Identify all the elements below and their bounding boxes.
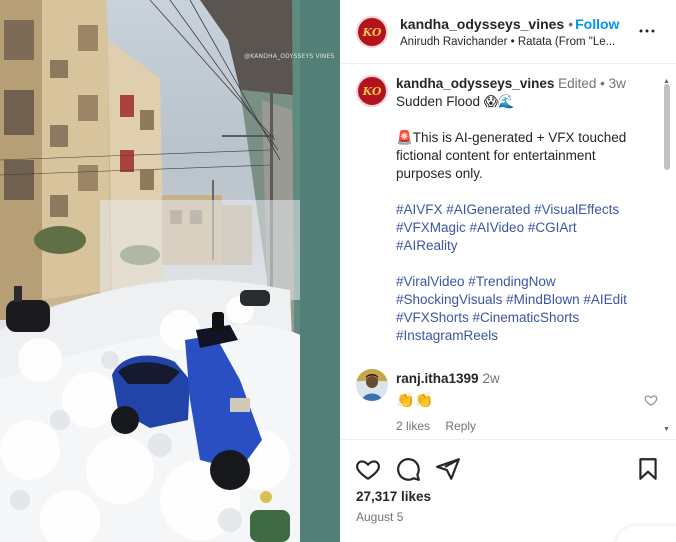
avatar-initials: KO bbox=[362, 84, 382, 98]
author-line: kandha_odysseys_vines • Follow bbox=[400, 16, 619, 32]
post-header: KO kandha_odysseys_vines • Follow Anirudh … bbox=[340, 0, 676, 64]
hashtag-line-6[interactable]: #VFXShorts #CinematicShorts bbox=[396, 309, 658, 327]
post-actions: 27,317 likes August 5 bbox=[340, 441, 676, 542]
comment-text: 👏👏 bbox=[396, 392, 434, 409]
comments-scrollbar[interactable]: ▲ ▼ bbox=[662, 78, 672, 438]
reply-button[interactable]: Reply bbox=[445, 419, 476, 433]
share-icon[interactable] bbox=[435, 456, 461, 482]
caption-edited: Edited bbox=[558, 76, 597, 91]
comment-time[interactable]: 2w bbox=[483, 371, 500, 386]
follow-button[interactable]: Follow bbox=[575, 16, 619, 32]
caption-title: Sudden Flood 😱🌊 bbox=[396, 94, 515, 109]
avatar-initials: KO bbox=[362, 25, 382, 39]
reel-video[interactable]: @KANDHA_ODYSSEYS VINES bbox=[0, 0, 340, 542]
hashtag-line-3[interactable]: #AIReality bbox=[396, 237, 658, 255]
hashtag-line-4[interactable]: #ViralVideo #TrendingNow bbox=[396, 273, 658, 291]
caption-author-line: kandha_odysseys_vines Edited • 3w bbox=[396, 75, 658, 93]
bookmark-icon[interactable] bbox=[635, 456, 661, 482]
author-username[interactable]: kandha_odysseys_vines bbox=[400, 16, 564, 32]
comment-like-heart-icon[interactable] bbox=[644, 393, 658, 407]
caption-body: kandha_odysseys_vines Edited • 3w Sudden… bbox=[396, 75, 658, 345]
flood-scene-image bbox=[0, 0, 340, 542]
caption-username[interactable]: kandha_odysseys_vines bbox=[396, 76, 554, 91]
comment-icon[interactable] bbox=[395, 456, 421, 482]
likes-count[interactable]: 27,317 likes bbox=[356, 489, 431, 504]
floating-panel-corner bbox=[616, 526, 676, 542]
hashtag-line-1[interactable]: #AIVFX #AIGenerated #VisualEffects bbox=[396, 201, 658, 219]
scroll-thumb[interactable] bbox=[664, 84, 670, 170]
hashtag-line-2[interactable]: #VFXMagic #AIVideo #CGIArt bbox=[396, 219, 658, 237]
commenter-username[interactable]: ranj.itha1399 bbox=[396, 371, 479, 386]
caption-separator: • bbox=[600, 76, 605, 91]
caption-disclaimer-2: fictional content for entertainment bbox=[396, 148, 596, 163]
commenter-avatar[interactable] bbox=[356, 369, 388, 401]
caption-author-avatar[interactable]: KO bbox=[356, 75, 388, 107]
post-details-panel: KO kandha_odysseys_vines • Follow Anirudh … bbox=[340, 0, 676, 542]
comments-section[interactable]: KO kandha_odysseys_vines Edited • 3w Sud… bbox=[340, 65, 676, 440]
commenter-photo bbox=[356, 369, 388, 401]
comment-meta: 2 likes Reply bbox=[396, 419, 476, 433]
video-watermark: @KANDHA_ODYSSEYS VINES bbox=[244, 53, 335, 60]
comment-likes-count[interactable]: 2 likes bbox=[396, 419, 430, 433]
hashtag-line-7[interactable]: #InstagramReels bbox=[396, 327, 658, 345]
post-date[interactable]: August 5 bbox=[356, 510, 403, 524]
separator-dot: • bbox=[568, 16, 574, 32]
commenter-line: ranj.itha1399 2w bbox=[396, 371, 500, 386]
caption-time[interactable]: 3w bbox=[609, 76, 626, 91]
hashtag-line-5[interactable]: #ShockingVisuals #MindBlown #AIEdit bbox=[396, 291, 658, 309]
caption-disclaimer-3: purposes only. bbox=[396, 166, 483, 181]
author-avatar[interactable]: KO bbox=[356, 16, 388, 48]
more-horizontal-icon[interactable] bbox=[638, 22, 656, 40]
scroll-down-arrow-icon[interactable]: ▼ bbox=[663, 426, 670, 433]
caption-disclaimer-1: 🚨This is AI-generated + VFX touched bbox=[396, 130, 627, 145]
heart-icon[interactable] bbox=[355, 456, 381, 482]
audio-link[interactable]: Anirudh Ravichander • Ratata (From "Le..… bbox=[400, 36, 630, 48]
